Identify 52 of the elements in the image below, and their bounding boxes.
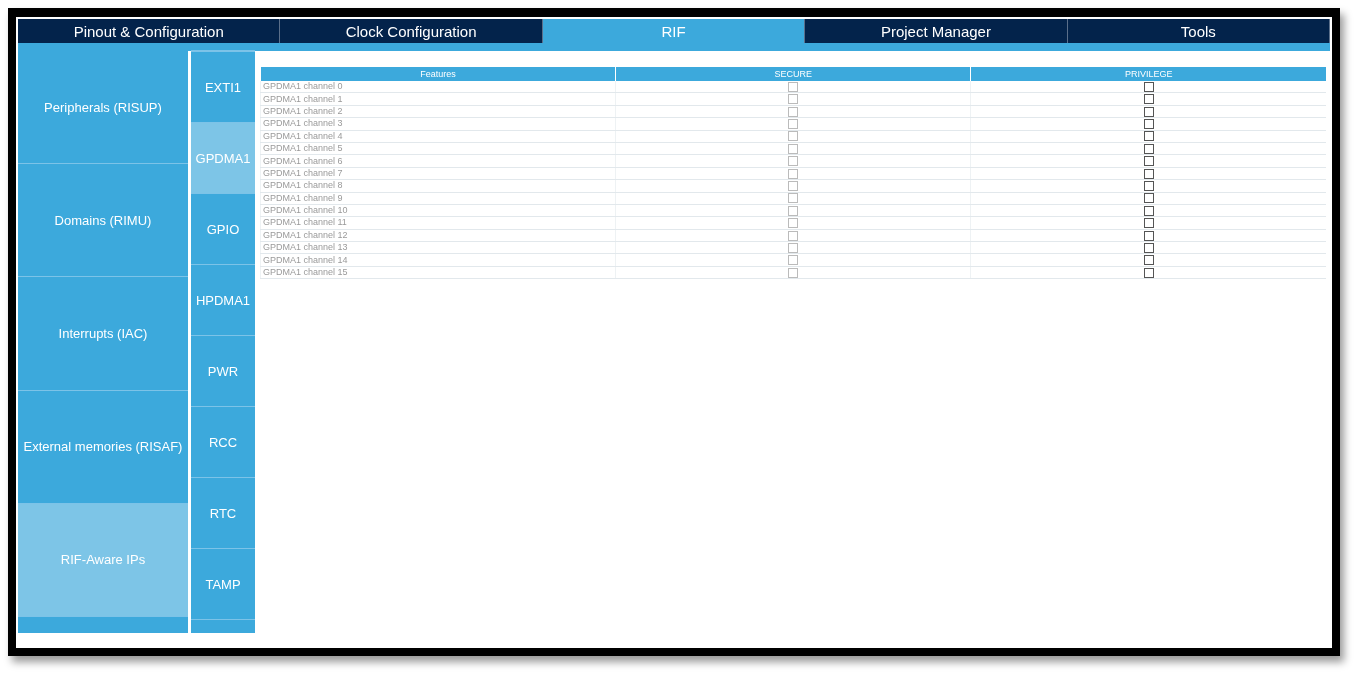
checkbox[interactable] — [1143, 218, 1154, 229]
table-cell: GPDMA1 channel 9 — [260, 192, 616, 205]
table-cell: GPDMA1 channel 13 — [260, 241, 616, 254]
column-header: SECURE — [615, 67, 971, 81]
checkbox[interactable] — [1143, 143, 1154, 154]
category-item[interactable]: Domains (RIMU) — [18, 164, 188, 278]
table-cell: GPDMA1 channel 6 — [260, 154, 616, 168]
ip-item[interactable]: TAMP — [191, 549, 255, 620]
column-header: PRIVILEGE — [970, 67, 1326, 81]
tab[interactable]: Clock Configuration — [280, 19, 543, 43]
checkbox[interactable] — [1143, 255, 1154, 266]
checkbox[interactable] — [1143, 242, 1154, 253]
checkbox[interactable] — [1143, 168, 1154, 179]
checkbox[interactable] — [1143, 267, 1154, 278]
ip-item[interactable]: GPIO — [191, 194, 255, 265]
ip-item[interactable]: RTC — [191, 478, 255, 549]
checkbox[interactable] — [1143, 205, 1154, 216]
checkbox[interactable] — [1143, 94, 1154, 105]
checkbox[interactable] — [1143, 230, 1154, 241]
table-cell: GPDMA1 channel 14 — [260, 253, 616, 267]
category-item[interactable]: External memories (RISAF) — [18, 390, 188, 504]
tab[interactable]: RIF — [542, 19, 806, 43]
tab[interactable]: Pinout & Configuration — [18, 19, 281, 43]
table-cell: GPDMA1 channel 11 — [260, 216, 616, 230]
tab[interactable]: Project Manager — [805, 19, 1068, 43]
ip-item[interactable]: HPDMA1 — [191, 265, 255, 336]
table-cell: GPDMA1 channel 2 — [260, 105, 616, 118]
checkbox[interactable] — [1143, 193, 1154, 204]
table-cell: GPDMA1 channel 12 — [260, 229, 616, 242]
table-cell: GPDMA1 channel 3 — [260, 117, 616, 131]
checkbox[interactable] — [1143, 81, 1154, 92]
table-cell: GPDMA1 channel 1 — [260, 92, 616, 106]
table-cell: GPDMA1 channel 4 — [260, 130, 616, 143]
table-cell: GPDMA1 channel 15 — [260, 266, 616, 279]
category-item[interactable]: Interrupts (IAC) — [18, 277, 188, 391]
category-item[interactable]: Peripherals (RISUP) — [18, 51, 188, 165]
category-item[interactable]: RIF-Aware IPs — [18, 503, 188, 617]
table-cell: GPDMA1 channel 0 — [260, 81, 616, 93]
checkbox[interactable] — [1143, 119, 1154, 129]
ip-item[interactable]: PWR — [191, 336, 255, 407]
table-cell: GPDMA1 channel 8 — [260, 179, 616, 192]
table-cell: GPDMA1 channel 7 — [260, 167, 616, 180]
table-cell: GPDMA1 channel 5 — [260, 142, 616, 155]
checkbox[interactable] — [1143, 180, 1154, 191]
table-cell: GPDMA1 channel 10 — [260, 204, 616, 217]
ip-item[interactable]: RCC — [191, 407, 255, 478]
ip-item[interactable]: GPDMA1 — [191, 123, 255, 194]
checkbox[interactable] — [1143, 131, 1154, 142]
checkbox[interactable] — [1143, 106, 1154, 117]
column-header: Features — [260, 67, 616, 81]
tab[interactable]: Tools — [1067, 19, 1331, 43]
checkbox[interactable] — [1143, 156, 1154, 167]
